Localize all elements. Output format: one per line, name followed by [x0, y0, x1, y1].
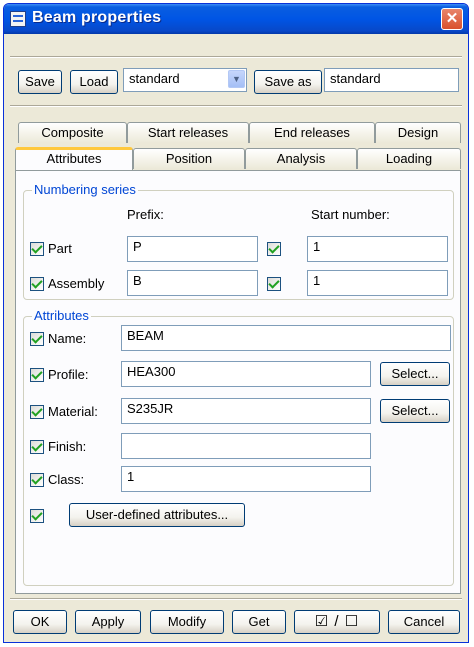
material-input[interactable]: S235JR [121, 398, 371, 424]
name-checkbox[interactable] [30, 332, 44, 346]
uda-checkbox[interactable] [30, 509, 44, 523]
window-title: Beam properties [32, 9, 162, 26]
ok-button[interactable]: OK [13, 610, 67, 634]
finish-input[interactable] [121, 433, 371, 459]
part-checkbox[interactable] [30, 242, 44, 256]
assembly-label: Assembly [48, 276, 105, 291]
assembly-start-checkbox[interactable] [267, 277, 281, 291]
tab-loading[interactable]: Loading [357, 148, 461, 169]
beam-properties-dialog: Beam properties ✕ Save Load standard ▼ S… [3, 3, 469, 643]
window-icon [10, 11, 26, 27]
attributes-title: Attributes [32, 308, 91, 323]
tab-start-releases[interactable]: Start releases [127, 122, 249, 143]
tab-end-releases[interactable]: End releases [249, 122, 375, 143]
modify-button[interactable]: Modify [150, 610, 224, 634]
apply-button[interactable]: Apply [75, 610, 141, 634]
numbering-series-group: Numbering series Prefix: Start number: P… [23, 183, 454, 300]
profile-select-button[interactable]: Select... [380, 362, 450, 386]
finish-label: Finish: [48, 439, 87, 454]
attributes-group: Attributes Name: BEAM Profile: HEA300 Se… [23, 309, 454, 586]
save-button[interactable]: Save [18, 70, 62, 94]
attributes-tab-panel: Numbering series Prefix: Start number: P… [15, 170, 461, 594]
tab-analysis[interactable]: Analysis [245, 148, 357, 169]
class-input[interactable]: 1 [121, 466, 371, 492]
name-label: Name: [48, 331, 87, 346]
part-label: Part [48, 241, 72, 256]
toolbar-separator-top [10, 56, 462, 58]
assembly-checkbox[interactable] [30, 277, 44, 291]
get-button[interactable]: Get [232, 610, 286, 634]
toolbar-separator-bottom [10, 105, 462, 107]
profile-checkbox[interactable] [30, 368, 44, 382]
class-checkbox[interactable] [30, 473, 44, 487]
footer-separator [10, 598, 462, 600]
save-as-name-input[interactable]: standard [324, 68, 459, 92]
assembly-prefix-input[interactable]: B [127, 270, 258, 296]
load-button[interactable]: Load [70, 70, 118, 94]
tab-attributes[interactable]: Attributes [15, 147, 133, 170]
tab-design[interactable]: Design [375, 122, 461, 143]
part-start-checkbox[interactable] [267, 242, 281, 256]
profile-label: Profile: [48, 367, 89, 382]
part-prefix-input[interactable]: P [127, 236, 258, 262]
part-start-number-input[interactable]: 1 [307, 236, 448, 262]
material-select-button[interactable]: Select... [380, 399, 450, 423]
save-as-button[interactable]: Save as [254, 70, 322, 94]
load-file-combo[interactable]: standard ▼ [123, 68, 247, 92]
chevron-down-icon[interactable]: ▼ [228, 70, 245, 88]
material-label: Material: [48, 404, 98, 419]
tab-position[interactable]: Position [133, 148, 245, 169]
start-number-header: Start number: [311, 207, 390, 222]
class-label: Class: [48, 472, 85, 487]
numbering-series-title: Numbering series [32, 182, 138, 197]
cancel-button[interactable]: Cancel [388, 610, 460, 634]
prefix-header: Prefix: [127, 207, 164, 222]
toggle-all-checkboxes-button[interactable]: ☑ / ☐ [294, 610, 380, 634]
assembly-start-number-input[interactable]: 1 [307, 270, 448, 296]
title-bar[interactable]: Beam properties ✕ [4, 4, 468, 34]
finish-checkbox[interactable] [30, 440, 44, 454]
load-file-combo-value: standard [129, 71, 180, 86]
profile-input[interactable]: HEA300 [121, 361, 371, 387]
close-button[interactable]: ✕ [441, 8, 463, 30]
tab-composite[interactable]: Composite [18, 122, 127, 143]
material-checkbox[interactable] [30, 405, 44, 419]
name-input[interactable]: BEAM [121, 325, 451, 351]
user-defined-attributes-button[interactable]: User-defined attributes... [69, 503, 245, 527]
